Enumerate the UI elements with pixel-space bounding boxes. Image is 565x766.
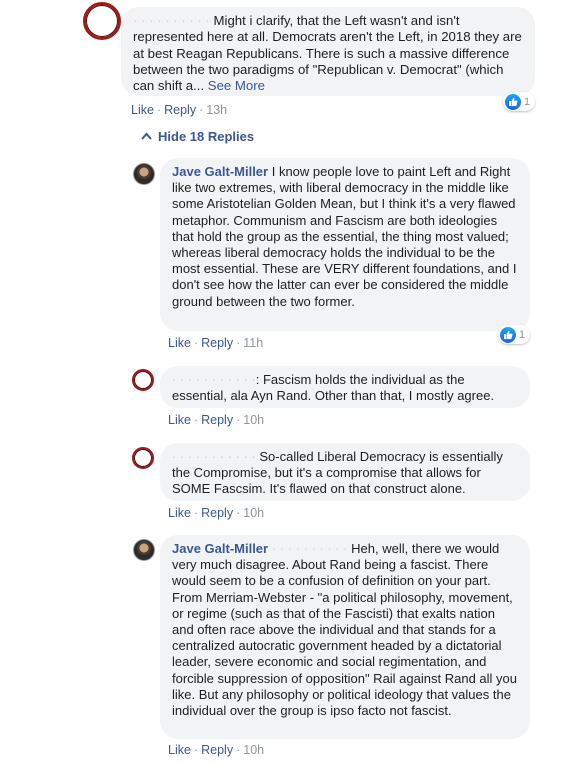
separator-dot: · [193,413,199,427]
avatar[interactable] [133,539,155,561]
author-name[interactable]: Jave Galt-Miller [172,541,268,556]
reply-text: I know people love to paint Left and Rig… [172,164,517,309]
chevron-up-icon [141,131,152,143]
separator-dot: · [236,506,241,520]
reply-bubble: · · · · · · · · · · ·: Fascism holds the… [160,366,530,408]
thumbs-up-icon [500,326,516,343]
separator-dot: · [193,743,199,757]
reply-button[interactable]: Reply [201,743,233,757]
reply-actions: Like · Reply · 11h [168,336,263,350]
like-button[interactable]: Like [168,336,191,350]
like-button[interactable]: Like [168,506,191,520]
reply-button[interactable]: Reply [164,103,196,117]
separator-dot: · [193,506,199,520]
reply-bubble: Jave Galt-Miller I know people love to p… [160,158,530,331]
timestamp[interactable]: 11h [243,336,263,350]
reply-text: Heh, well, there we would very much disa… [172,541,517,719]
reaction-count-badge[interactable]: 1 [503,92,536,111]
reaction-count: 1 [519,328,526,341]
reply-actions: Like · Reply · 10h [168,413,264,427]
separator-dot: · [236,413,241,427]
avatar[interactable] [83,2,121,40]
separator-dot: · [236,336,241,350]
redacted-author-name[interactable]: · · · · · · · · · · [133,13,210,28]
redacted-author-name[interactable]: · · · · · · · · · · · [172,449,256,464]
see-more-link[interactable]: See More [208,78,265,93]
separator-dot: · [236,743,241,757]
separator-dot: · [199,103,204,117]
reply-button[interactable]: Reply [201,413,233,427]
reply-bubble: Jave Galt-Miller · · · · · · · · · · Heh… [160,535,530,739]
separator-dot: · [193,336,199,350]
comment-bubble: · · · · · · · · · · Might i clarify, tha… [121,7,535,96]
hide-replies-button[interactable]: Hide 18 Replies [141,129,254,144]
timestamp[interactable]: 10h [243,743,264,757]
reaction-count-badge[interactable]: 1 [498,325,531,344]
reply-button[interactable]: Reply [201,336,233,350]
reaction-count: 1 [524,95,531,108]
author-name[interactable]: Jave Galt-Miller [172,164,268,179]
hide-replies-label: Hide 18 Replies [158,129,255,144]
redacted-mention[interactable]: · · · · · · · · · · [272,541,348,556]
reply-actions: Like · Reply · 10h [168,506,264,520]
timestamp[interactable]: 10h [243,506,264,520]
timestamp[interactable]: 13h [206,103,227,117]
separator-dot: · [156,103,162,117]
avatar[interactable] [132,369,154,391]
reply-button[interactable]: Reply [201,506,233,520]
timestamp[interactable]: 10h [243,413,264,427]
reply-bubble: · · · · · · · · · · · So-called Liberal … [160,443,530,501]
like-button[interactable]: Like [168,743,191,757]
thumbs-up-icon [505,93,521,110]
like-button[interactable]: Like [131,103,154,117]
avatar[interactable] [133,163,155,185]
avatar[interactable] [132,447,154,469]
redacted-author-name[interactable]: · · · · · · · · · · · [172,372,256,387]
reply-actions: Like · Reply · 10h [168,743,264,757]
comment-actions: Like · Reply · 13h [131,103,227,117]
like-button[interactable]: Like [168,413,191,427]
